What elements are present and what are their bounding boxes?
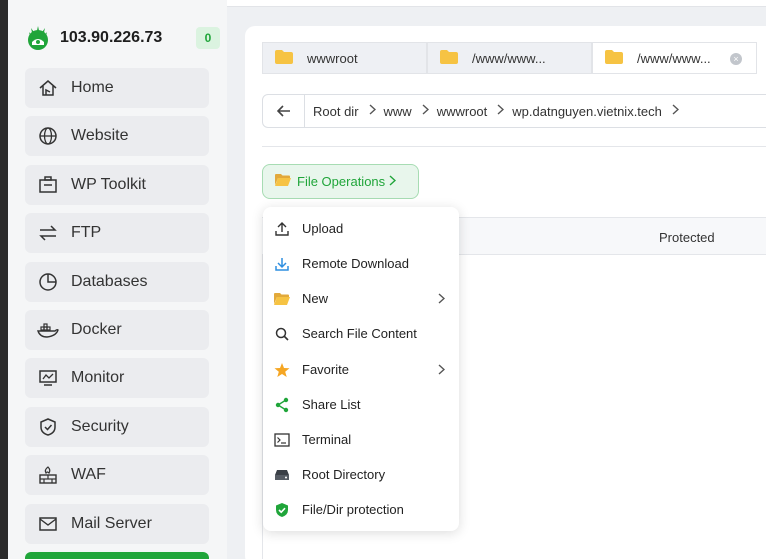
sidebar-item-label: Docker [71, 321, 122, 338]
sidebar-item-waf[interactable]: WAF [25, 455, 209, 495]
sidebar-item-label: Databases [71, 273, 148, 290]
menu-item-new[interactable]: New [263, 281, 459, 316]
chevron-right-icon [438, 292, 446, 307]
top-bar [227, 0, 766, 7]
file-operations-label: File Operations [297, 174, 386, 189]
chevron-right-icon [422, 104, 429, 118]
chevron-right-icon [389, 174, 397, 189]
drive-icon [273, 466, 291, 484]
sidebar-item-label: Home [71, 79, 114, 96]
shield-icon [37, 416, 59, 438]
menu-item-label: Search File Content [302, 326, 417, 341]
mail-icon [37, 513, 59, 535]
file-operations-menu: Upload Remote Download New Search File C… [263, 207, 459, 531]
tab-label: /www/www... [637, 50, 711, 66]
sidebar-item-monitor[interactable]: Monitor [25, 358, 209, 398]
sidebar-item-label: WP Toolkit [71, 176, 146, 193]
file-operations-button[interactable]: File Operations [262, 164, 419, 199]
search-icon [273, 325, 291, 343]
docker-icon [37, 319, 59, 341]
menu-item-label: New [302, 291, 329, 306]
menu-item-label: Root Directory [302, 467, 386, 482]
menu-item-share-list[interactable]: Share List [263, 387, 459, 422]
shield-check-icon [273, 501, 291, 519]
folder-icon [275, 49, 293, 67]
sidebar-item-label: Security [71, 418, 129, 435]
home-icon [37, 77, 59, 99]
chevron-right-icon [438, 363, 446, 378]
sidebar-item-label: FTP [71, 224, 102, 241]
close-icon[interactable]: × [730, 53, 742, 65]
chevron-right-icon [672, 104, 679, 118]
folder-icon [273, 290, 291, 308]
menu-item-remote-download[interactable]: Remote Download [263, 246, 459, 281]
back-arrow-icon[interactable] [263, 95, 305, 127]
menu-item-label: Favorite [302, 362, 349, 377]
folder-icon [440, 49, 458, 67]
breadcrumb-www[interactable]: www [384, 104, 412, 119]
sidebar: 103.90.226.73 0 Home Website WP Toolkit … [8, 0, 227, 559]
folder-icon [605, 49, 623, 67]
breadcrumb: Root dir www wwwroot wp.datnguyen.vietni… [262, 94, 766, 128]
menu-item-upload[interactable]: Upload [263, 211, 459, 246]
tab-wwwroot[interactable]: wwwroot [262, 42, 427, 74]
menu-item-label: Upload [302, 221, 344, 236]
menu-item-terminal[interactable]: Terminal [263, 422, 459, 457]
briefcase-icon [37, 174, 59, 196]
breadcrumb-root[interactable]: Root dir [313, 104, 359, 119]
database-icon [37, 271, 59, 293]
chevron-right-icon [369, 104, 376, 118]
server-brand: 103.90.226.73 0 [24, 24, 220, 52]
sidebar-item-website[interactable]: Website [25, 116, 209, 156]
divider [262, 146, 766, 147]
share-icon [273, 396, 291, 414]
file-tabs: wwwroot /www/www... /www/www... × [262, 42, 766, 74]
globe-icon [37, 125, 59, 147]
menu-item-favorite[interactable]: Favorite [263, 352, 459, 387]
notification-badge[interactable]: 0 [196, 27, 220, 49]
breadcrumb-site[interactable]: wp.datnguyen.vietnix.tech [512, 104, 662, 119]
menu-item-root-directory[interactable]: Root Directory [263, 457, 459, 492]
breadcrumb-wwwroot[interactable]: wwwroot [437, 104, 488, 119]
sidebar-item-mail-server[interactable]: Mail Server [25, 504, 209, 544]
tab-label: /www/www... [472, 50, 546, 66]
sidebar-item-label: WAF [71, 466, 106, 483]
column-header-protected[interactable]: Protected [659, 230, 715, 245]
menu-item-label: File/Dir protection [302, 502, 404, 517]
sidebar-item-databases[interactable]: Databases [25, 262, 209, 302]
sidebar-item-home[interactable]: Home [25, 68, 209, 108]
sidebar-item-docker[interactable]: Docker [25, 310, 209, 350]
sidebar-item-label: Mail Server [71, 515, 152, 532]
tab-www-path-1[interactable]: /www/www... [427, 42, 592, 74]
sidebar-item-security[interactable]: Security [25, 407, 209, 447]
menu-item-file-dir-protection[interactable]: File/Dir protection [263, 492, 459, 527]
sidebar-item-label: Monitor [71, 369, 125, 386]
firewall-icon [37, 464, 59, 486]
sidebar-item-active[interactable] [25, 552, 209, 559]
menu-item-search-file-content[interactable]: Search File Content [263, 316, 459, 351]
server-ip: 103.90.226.73 [60, 29, 163, 46]
tab-label: wwwroot [307, 50, 358, 66]
transfer-icon [37, 222, 59, 244]
folder-open-icon [275, 174, 291, 189]
tab-www-path-2[interactable]: /www/www... × [592, 42, 757, 74]
server-logo-icon [24, 24, 52, 52]
terminal-icon [273, 431, 291, 449]
star-icon [273, 361, 291, 379]
sidebar-item-wp-toolkit[interactable]: WP Toolkit [25, 165, 209, 205]
menu-item-label: Share List [302, 397, 361, 412]
download-icon [273, 255, 291, 273]
menu-item-label: Remote Download [302, 256, 409, 271]
sidebar-item-label: Website [71, 127, 129, 144]
monitor-icon [37, 367, 59, 389]
sidebar-item-ftp[interactable]: FTP [25, 213, 209, 253]
menu-item-label: Terminal [302, 432, 352, 447]
upload-icon [273, 220, 291, 238]
chevron-right-icon [497, 104, 505, 118]
